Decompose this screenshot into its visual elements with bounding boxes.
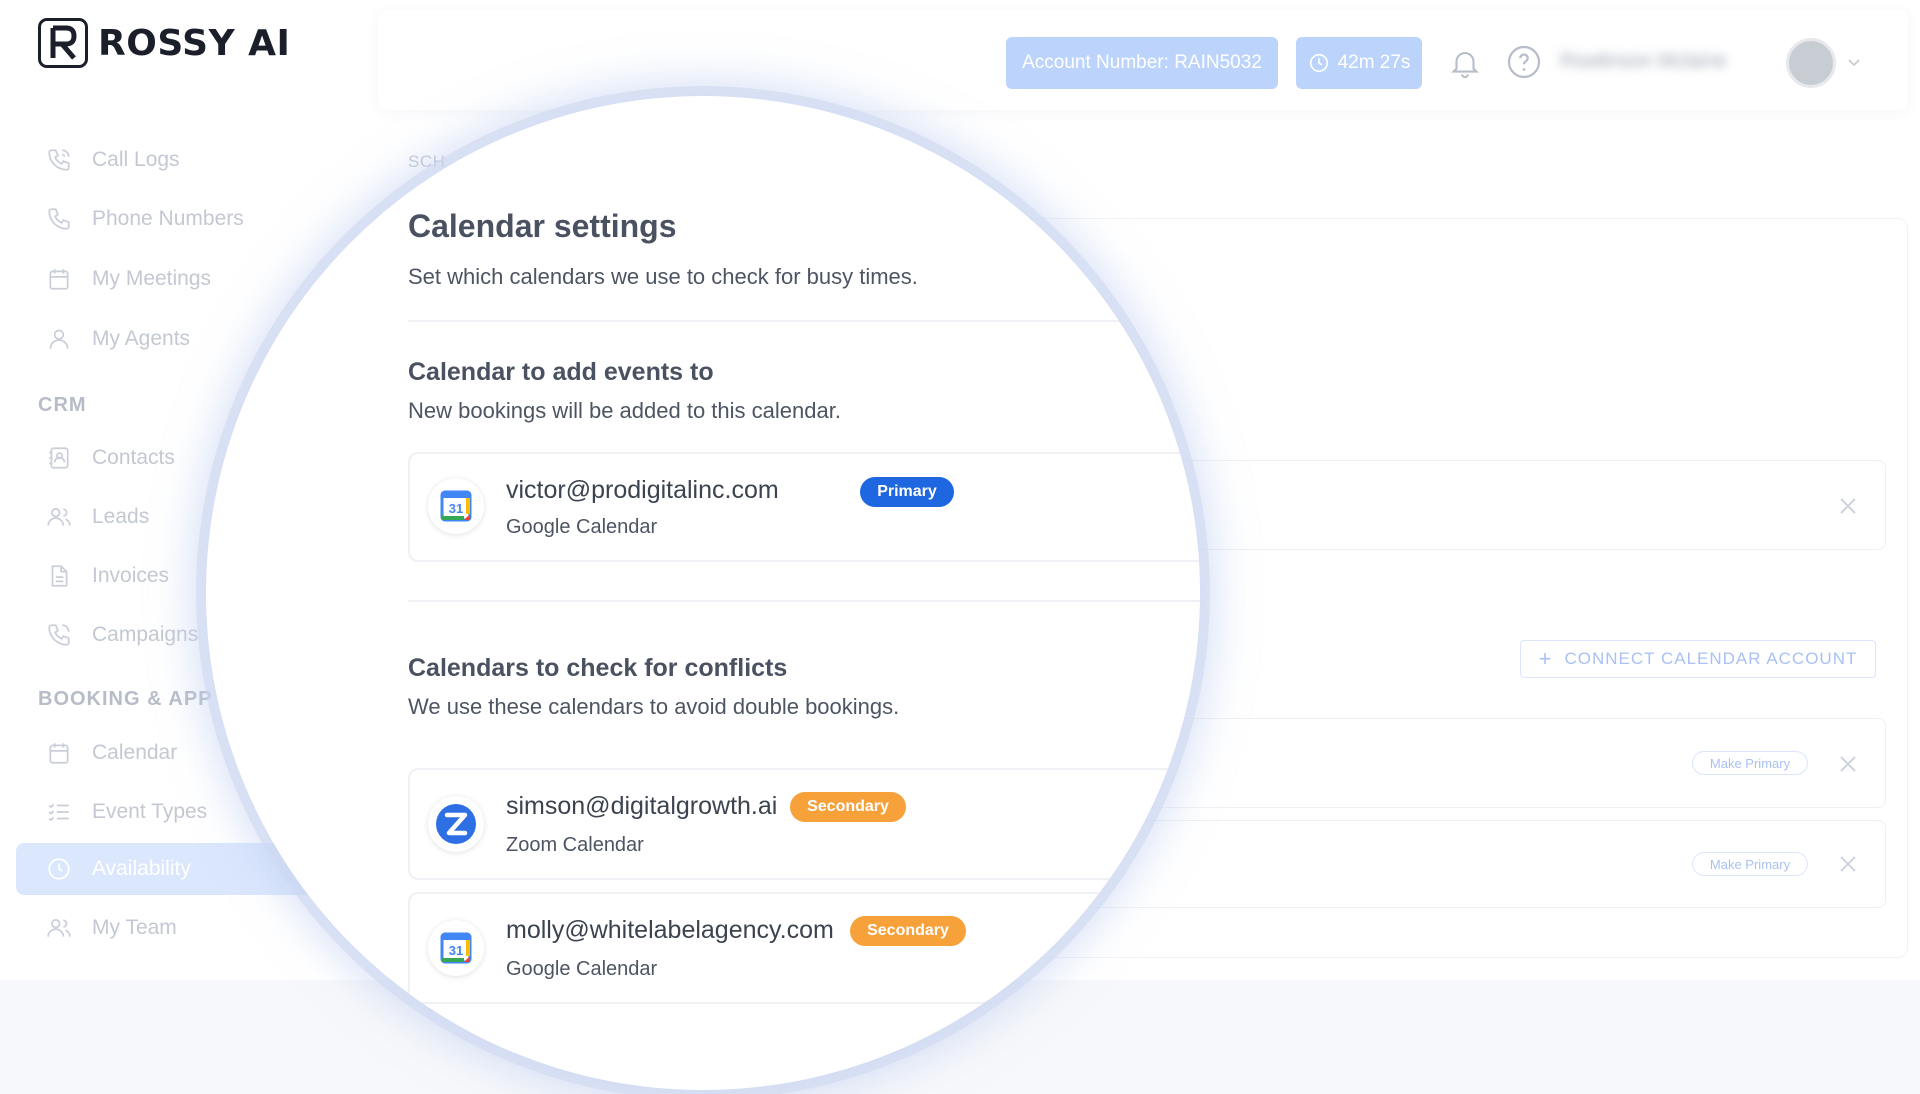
timer-value: 42m 27s [1337,52,1411,73]
phone-call-icon [48,624,70,646]
sidebar-item-my-meetings[interactable]: My Meetings [46,259,211,299]
calendar-email: simson@digitalgrowth.ai [506,792,778,820]
calendar-icon [49,269,69,290]
sidebar-item-availability[interactable]: Availability [46,849,191,889]
sidebar-item-label: Calendar [92,741,178,764]
chevron-down-icon[interactable] [1846,54,1862,70]
sidebar-item-my-agents[interactable]: My Agents [46,319,190,359]
clock-icon [1309,53,1328,73]
brand-name: ROSSY AI [98,22,291,64]
help-icon[interactable] [1506,44,1542,80]
sidebar-section-booking: BOOKING & APP [38,688,213,710]
google-calendar-icon: 31 [428,478,484,534]
close-icon[interactable] [1838,496,1858,516]
sidebar-item-label: Event Types [92,800,208,823]
svg-text:31: 31 [449,501,463,516]
sidebar-item-label: Invoices [92,564,170,587]
sidebar-item-invoices[interactable]: Invoices [46,556,169,596]
bell-icon[interactable] [1448,46,1482,80]
close-icon[interactable] [1838,854,1858,874]
conflict-calendar-card[interactable] [408,768,1200,880]
add-events-heading: Calendar to add events to [408,358,714,386]
checklist-icon [48,803,69,822]
calendar-email: molly@whitelabelagency.com [506,916,834,944]
sidebar-item-label: Contacts [92,446,175,469]
logo[interactable]: ROSSY AI [38,18,290,68]
sidebar-section-crm: CRM [38,394,87,416]
primary-badge: Primary [860,477,954,507]
secondary-badge: Secondary [790,792,906,822]
sidebar-item-label: Availability [92,857,191,880]
sidebar-item-my-team[interactable]: My Team [46,908,177,948]
sidebar-item-contacts[interactable]: Contacts [46,438,175,478]
conflicts-description: We use these calendars to avoid double b… [408,694,900,719]
magnified-calendar-settings: Calendar settings Set which calendars we… [206,96,1200,1090]
phone-call-icon [48,149,70,171]
divider [408,600,1200,602]
add-events-description: New bookings will be added to this calen… [408,398,841,423]
connect-calendar-button[interactable]: + CONNECT CALENDAR ACCOUNT [1520,640,1876,678]
sidebar-item-label: Campaigns [92,623,199,646]
sidebar-item-label: Call Logs [92,148,180,171]
divider [408,320,1200,322]
sidebar-item-call-logs[interactable]: Call Logs [46,140,180,180]
plus-icon: + [1538,646,1553,671]
avatar[interactable] [1786,38,1836,88]
users-icon [47,508,71,526]
zoom-calendar-icon [428,796,484,852]
sidebar-item-label: My Agents [92,327,191,350]
make-primary-button[interactable]: Make Primary [1692,852,1808,876]
calendar-icon [49,743,69,764]
phone-icon [48,208,70,230]
timer-badge: 42m 27s [1296,37,1422,89]
secondary-badge: Secondary [850,916,966,946]
sidebar-item-label: My Meetings [92,267,212,290]
sidebar-item-calendar[interactable]: Calendar [46,733,177,773]
document-icon [51,565,68,587]
user-icon [49,329,69,349]
close-icon[interactable] [1838,754,1858,774]
calendar-email: victor@prodigitalinc.com [506,476,779,504]
google-calendar-icon: 31 [428,920,484,976]
sidebar-item-event-types[interactable]: Event Types [46,792,207,832]
user-name[interactable]: Rowlinson Mclaine [1560,50,1770,76]
sidebar-item-campaigns[interactable]: Campaigns [46,615,198,655]
sidebar-item-leads[interactable]: Leads [46,497,149,537]
conflicts-heading: Calendars to check for conflicts [408,654,788,682]
sidebar-item-label: My Team [92,916,177,939]
primary-calendar-card[interactable] [408,452,1200,562]
make-primary-button[interactable]: Make Primary [1692,751,1808,775]
magnifier-lens: Calendar settings Set which calendars we… [206,96,1200,1090]
calendar-provider: Zoom Calendar [506,834,644,856]
conflict-calendar-card[interactable] [408,892,1200,1004]
calendar-provider: Google Calendar [506,516,658,538]
contact-book-icon [49,447,69,469]
page-title: Calendar settings [408,208,677,244]
account-number-badge: Account Number: RAIN5032 [1006,37,1278,89]
logo-mark-icon [38,18,88,68]
svg-text:31: 31 [449,943,463,958]
page-subtitle: Set which calendars we use to check for … [408,264,918,289]
clock-icon [48,858,70,880]
sidebar-item-label: Leads [92,505,150,528]
connect-calendar-label: CONNECT CALENDAR ACCOUNT [1564,649,1858,668]
calendar-provider: Google Calendar [506,958,658,980]
users-icon [47,919,71,937]
